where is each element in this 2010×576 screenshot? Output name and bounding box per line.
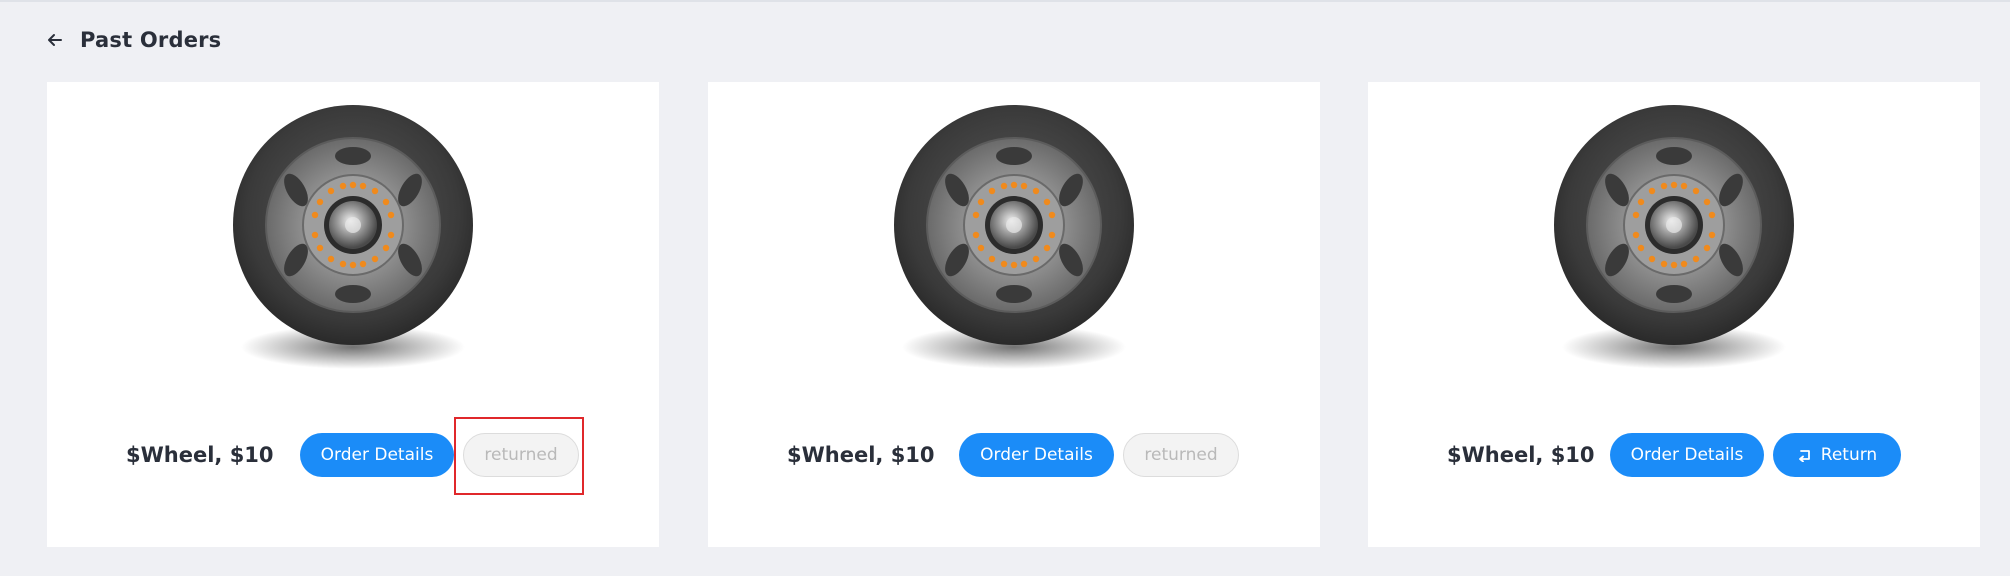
product-image [230, 102, 476, 382]
product-name-price: $Wheel, $10 [787, 443, 935, 467]
returned-status-button: returned [463, 433, 579, 477]
returned-status-button: returned [1123, 433, 1239, 477]
wheel-image [232, 104, 474, 370]
wheel-image [1553, 104, 1795, 370]
page-title: Past Orders [80, 28, 222, 52]
card-footer: $Wheel, $10 Order Details Return [1368, 431, 1980, 479]
product-image [1551, 102, 1797, 382]
product-image [891, 102, 1137, 382]
wheel-image [893, 104, 1135, 370]
card-footer: $Wheel, $10 Order Details returned [708, 431, 1320, 479]
order-card: $Wheel, $10 Order Details Return [1368, 82, 1980, 547]
order-details-button[interactable]: Order Details [959, 433, 1114, 477]
product-name-price: $Wheel, $10 [1447, 443, 1595, 467]
return-button-label: Return [1820, 445, 1878, 465]
order-details-button[interactable]: Order Details [300, 433, 454, 477]
product-name-price: $Wheel, $10 [126, 443, 274, 467]
back-button[interactable] [44, 29, 66, 51]
order-card: $Wheel, $10 Order Details returned [708, 82, 1320, 547]
order-details-button[interactable]: Order Details [1610, 433, 1764, 477]
top-divider [0, 0, 2010, 2]
card-footer: $Wheel, $10 Order Details returned [47, 417, 659, 495]
arrow-left-icon [48, 34, 62, 46]
order-card: $Wheel, $10 Order Details returned [47, 82, 659, 547]
page-header: Past Orders [44, 24, 221, 56]
return-button[interactable]: Return [1773, 433, 1901, 477]
return-arrow-icon [1797, 448, 1813, 462]
